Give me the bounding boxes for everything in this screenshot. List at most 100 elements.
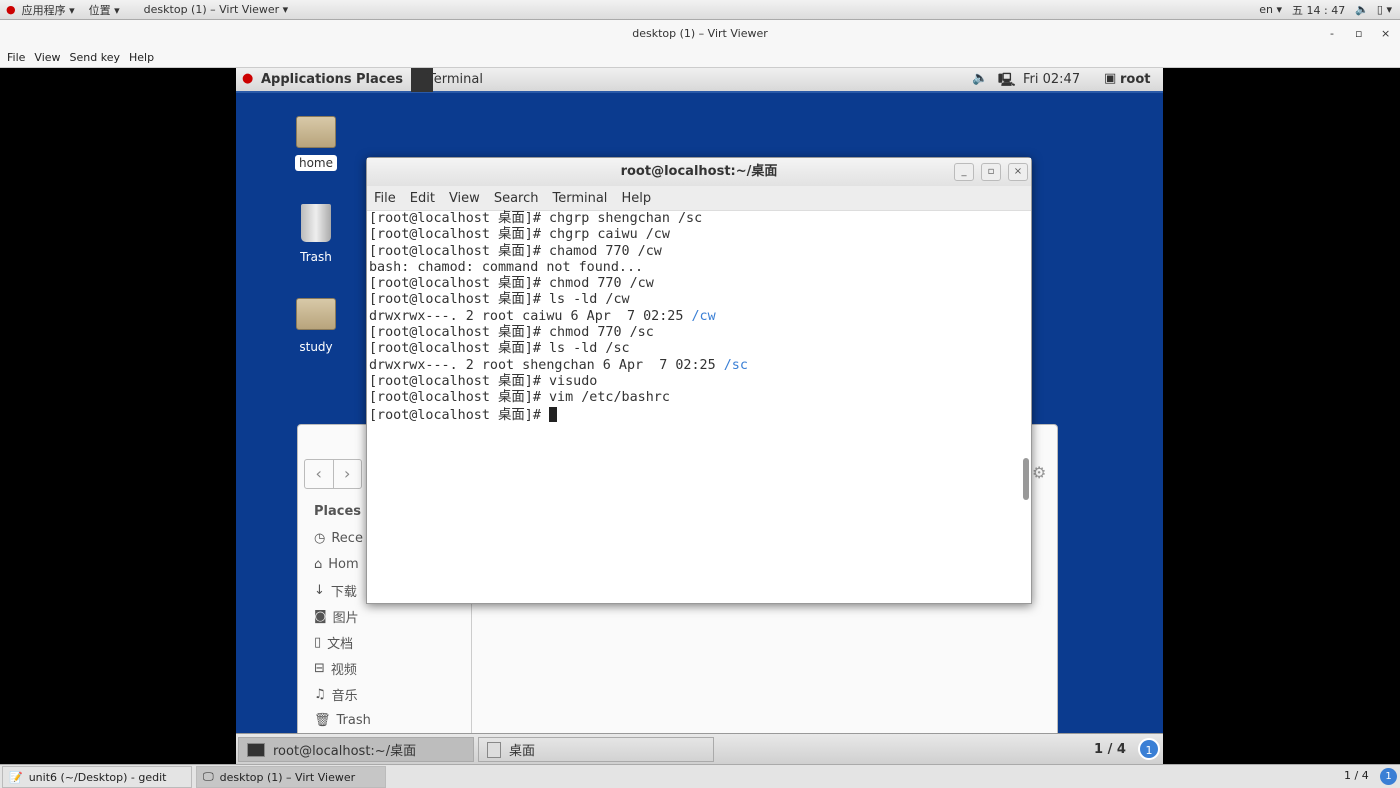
workspace-indicator[interactable]: 1 / 4 [1094,742,1126,757]
terminal-line: [root@localhost 桌面]# ls -ld /cw [369,292,1019,308]
film-icon: ⊟ [314,660,325,676]
menu-send-key[interactable]: Send key [70,51,120,64]
document-icon: ▯ [314,634,322,650]
sidebar-item-pictures[interactable]: ◙ 图片 [314,603,471,629]
terminal-text: [root@localhost 桌面]# chamod 770 /cw [369,243,662,259]
terminal-line: [root@localhost 桌面]# visudo [369,374,1019,390]
guest-screen[interactable]: ● Applications Places Terminal 🔈 🖳 Fri 0… [236,68,1163,764]
terminal-text: [root@localhost 桌面]# visudo [369,373,598,389]
scrollbar[interactable] [1023,458,1029,500]
desktop-icon-trash[interactable]: Trash [281,204,351,264]
guest-applications-menu[interactable]: Applications [261,72,352,87]
terminal-line: drwxrwx---. 2 root caiwu 6 Apr 7 02:25 /… [369,309,1019,325]
terminal-text: [root@localhost 桌面]# chgrp caiwu /cw [369,227,670,243]
menu-view[interactable]: View [449,191,480,206]
redhat-icon: ● [6,3,16,16]
host-places-menu[interactable]: 位置 ▾ [89,2,120,18]
close-button[interactable]: × [1008,163,1028,181]
battery-icon[interactable]: ▯ ▾ [1377,3,1392,16]
menu-terminal[interactable]: Terminal [552,191,607,206]
home-icon: ⌂ [314,556,323,572]
camera-icon: ◙ [314,608,327,624]
trash-icon: 🗑 [314,712,331,728]
monitor-icon: 🖵 [203,770,214,783]
terminal-text: bash: chamod: command not found... [369,259,644,275]
terminal-text: [root@localhost 桌面]# ls -ld /sc [369,341,630,357]
terminal-line: [root@localhost 桌面]# chgrp shengchan /sc [369,211,1019,227]
terminal-window[interactable]: root@localhost:~/桌面 _ ▫ × File Edit View… [366,157,1032,604]
sidebar-item-trash[interactable]: 🗑 Trash [314,707,471,733]
settings-gear-icon[interactable]: ⚙ [1032,463,1046,482]
terminal-line: [root@localhost 桌面]# vim /etc/bashrc [369,390,1019,406]
terminal-cursor [548,406,557,422]
host-clock[interactable]: 五 14 : 47 [1292,2,1345,18]
close-button[interactable]: × [1381,20,1390,47]
guest-taskbar: root@localhost:~/桌面 桌面 1 / 4 1 [236,733,1163,764]
terminal-icon [247,742,265,757]
host-taskbar: 📝 unit6 (~/Desktop) - gedit 🖵 desktop (1) … [0,764,1400,788]
terminal-line: [root@localhost 桌面]# ls -ld /sc [369,341,1019,357]
menu-help[interactable]: Help [621,191,651,206]
terminal-text: [root@localhost 桌面]# chmod 770 /sc [369,325,654,341]
back-button[interactable]: ‹ [305,460,334,488]
sidebar-item-documents[interactable]: ▯ 文档 [314,629,471,655]
terminal-output[interactable]: [root@localhost 桌面]# chgrp shengchan /sc… [369,211,1019,603]
terminal-line: drwxrwx---. 2 root shengchan 6 Apr 7 02:… [369,358,1019,374]
guest-terminal-app[interactable]: Terminal [428,72,483,87]
terminal-text: drwxrwx---. 2 root caiwu 6 Apr 7 02:25 [369,308,692,324]
terminal-text: /sc [723,357,748,373]
guest-clock[interactable]: Fri 02:47 [1023,72,1080,87]
host-window-menu[interactable]: desktop (1) – Virt Viewer ▾ [144,3,289,16]
task-desktop-folder[interactable]: 桌面 [478,737,714,762]
network-icon[interactable]: 🖳 [998,71,1015,93]
terminal-line: [root@localhost 桌面]# chgrp caiwu /cw [369,227,1019,243]
volume-icon[interactable]: 🔈 [972,71,988,86]
lang-selector[interactable]: en ▾ [1259,3,1282,16]
maximize-button[interactable]: ▫ [981,163,1001,181]
desktop-icon-home[interactable]: home [281,116,351,171]
desktop-icon-study[interactable]: study [281,298,351,354]
guest-places-menu[interactable]: Places [356,72,403,87]
minimize-button[interactable]: - [1330,20,1334,47]
terminal-text: [root@localhost 桌面]# chmod 770 /cw [369,276,654,292]
terminal-text: drwxrwx---. 2 root shengchan 6 Apr 7 02:… [369,357,724,373]
host-top-panel: ● 应用程序 ▾ 位置 ▾ desktop (1) – Virt Viewer … [0,0,1400,20]
guest-top-bar: ● Applications Places Terminal 🔈 🖳 Fri 0… [236,68,1163,93]
terminal-text: [root@localhost 桌面]# vim /etc/bashrc [369,390,670,406]
terminal-titlebar: root@localhost:~/桌面 [367,158,1031,186]
minimize-button[interactable]: _ [954,163,974,181]
folder-icon [296,298,336,330]
menu-file[interactable]: File [7,51,25,64]
task-virt-viewer[interactable]: 🖵 desktop (1) – Virt Viewer [196,766,386,788]
maximize-button[interactable]: ▫ [1355,20,1362,47]
trash-icon [301,204,331,242]
notification-badge[interactable]: 1 [1138,738,1160,760]
terminal-menubar: File Edit View Search Terminal Help [367,186,1031,211]
terminal-text: /cw [691,308,716,324]
task-terminal[interactable]: root@localhost:~/桌面 [238,737,474,762]
viewer-menubar: File View Send key Help [0,47,1400,68]
terminal-line: [root@localhost 桌面]# chmod 770 /cw [369,276,1019,292]
menu-edit[interactable]: Edit [410,191,435,206]
clock-icon: ◷ [314,530,326,546]
menu-file[interactable]: File [374,191,396,206]
terminal-line: bash: chamod: command not found... [369,260,1019,276]
user-menu[interactable]: root [1120,72,1151,87]
volume-icon[interactable]: 🔈 [1355,3,1369,16]
terminal-text: [root@localhost 桌面]# [369,407,549,423]
file-cabinet-icon [487,741,501,758]
forward-button[interactable]: › [334,460,362,488]
sidebar-item-videos[interactable]: ⊟ 视频 [314,655,471,681]
sidebar-item-music[interactable]: ♫ 音乐 [314,681,471,707]
host-applications-menu[interactable]: 应用程序 ▾ [22,2,75,18]
viewer-titlebar: desktop (1) – Virt Viewer - ▫ × [0,20,1400,47]
menu-view[interactable]: View [34,51,60,64]
terminal-line: [root@localhost 桌面]# chmod 770 /sc [369,325,1019,341]
menu-search[interactable]: Search [494,191,539,206]
menu-help[interactable]: Help [129,51,154,64]
notification-badge[interactable]: 1 [1380,768,1397,785]
task-gedit[interactable]: 📝 unit6 (~/Desktop) - gedit [2,766,192,788]
workspace-indicator[interactable]: 1 / 4 [1344,769,1369,782]
redhat-icon: ● [242,71,254,86]
terminal-text: [root@localhost 桌面]# chgrp shengchan /sc [369,211,703,226]
